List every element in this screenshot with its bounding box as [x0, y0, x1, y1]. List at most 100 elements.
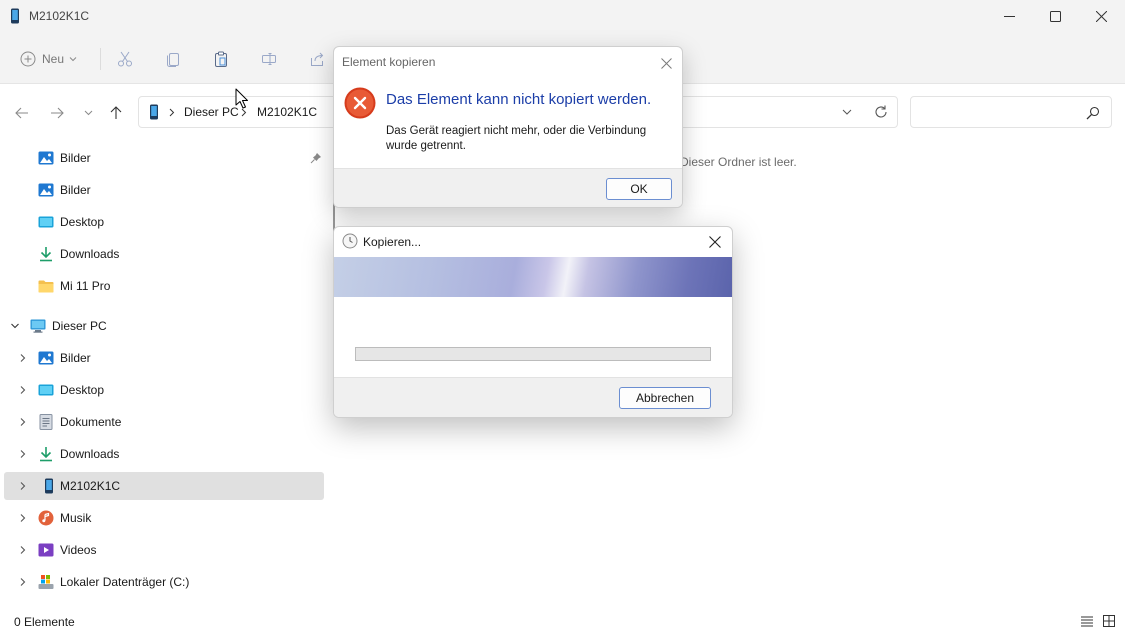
cut-button[interactable] — [114, 48, 136, 70]
error-heading: Das Element kann nicht kopiert werden. — [386, 91, 652, 108]
close-icon — [660, 57, 672, 69]
empty-folder-message: Dieser Ordner ist leer. — [680, 155, 797, 169]
refresh-icon[interactable] — [873, 104, 889, 120]
chevron-right-icon[interactable] — [18, 545, 28, 555]
paste-icon — [215, 51, 227, 67]
minimize-button[interactable] — [986, 0, 1032, 32]
chevron-right-icon — [169, 108, 175, 117]
ok-button[interactable]: OK — [606, 178, 672, 200]
drive-icon — [38, 575, 54, 589]
rename-icon — [262, 53, 276, 65]
error-icon — [344, 87, 376, 119]
maximize-icon — [1049, 10, 1061, 22]
progress-bar — [355, 347, 711, 361]
search-input[interactable] — [910, 96, 1112, 128]
dialog-footer: OK — [334, 168, 682, 207]
clock-icon — [342, 233, 358, 249]
sidebar-item-label: Dieser PC — [52, 319, 107, 333]
new-label: Neu — [42, 52, 65, 66]
chevron-down-icon[interactable] — [842, 109, 852, 115]
close-button[interactable] — [1078, 0, 1124, 32]
sidebar-item-label: Downloads — [60, 247, 120, 261]
chevron-down-icon[interactable] — [10, 321, 20, 331]
back-button[interactable] — [11, 102, 33, 124]
new-button[interactable]: Neu — [20, 49, 77, 69]
window-title: M2102K1C — [29, 9, 90, 23]
sidebar-item-pc-videos[interactable]: Videos — [4, 536, 324, 564]
sidebar-item-label: Desktop — [60, 215, 105, 229]
chevron-right-icon[interactable] — [18, 449, 28, 459]
sidebar-item-label: Musik — [60, 511, 92, 525]
error-message: Das Gerät reagiert nicht mehr, oder die … — [386, 125, 647, 152]
phone-icon — [11, 8, 19, 24]
breadcrumb-device[interactable]: M2102K1C — [257, 105, 317, 119]
details-view-icon[interactable] — [1081, 616, 1093, 627]
title-bar: M2102K1C — [0, 0, 1125, 34]
share-button[interactable] — [306, 48, 328, 70]
sidebar-item-pc-bilder[interactable]: Bilder — [4, 344, 324, 372]
desktop-icon — [38, 384, 54, 396]
sidebar-item-downloads[interactable]: Downloads — [4, 240, 324, 268]
search-icon — [1086, 106, 1100, 120]
share-icon — [311, 52, 324, 66]
sidebar-item-pc-m2102k1c[interactable]: M2102K1C — [4, 472, 324, 500]
dialog-close-button[interactable] — [656, 53, 676, 73]
sidebar-item-label: Bilder — [60, 183, 91, 197]
chevron-right-icon[interactable] — [18, 481, 28, 491]
sidebar-item-label: M2102K1C — [60, 479, 121, 493]
sidebar-item-label: Desktop — [60, 383, 105, 397]
pin-icon[interactable] — [310, 152, 322, 164]
paste-button[interactable] — [210, 48, 232, 70]
chevron-right-icon[interactable] — [18, 385, 28, 395]
maximize-button[interactable] — [1032, 0, 1078, 32]
toolbar-divider — [100, 48, 101, 70]
pictures-icon — [38, 351, 54, 365]
copy-banner — [334, 257, 732, 297]
desktop-icon — [38, 216, 54, 228]
cancel-button[interactable]: Abbrechen — [619, 387, 711, 409]
chevron-right-icon[interactable] — [18, 577, 28, 587]
chevron-right-icon[interactable] — [18, 417, 28, 427]
close-icon — [709, 236, 721, 248]
sidebar-item-pc-downloads[interactable]: Downloads — [4, 440, 324, 468]
sidebar-item-bilder-pinned[interactable]: Bilder — [4, 144, 324, 172]
sidebar-item-pc-musik[interactable]: Musik — [4, 504, 324, 532]
close-icon — [1095, 10, 1107, 22]
sidebar-item-desktop[interactable]: Desktop — [4, 208, 324, 236]
music-icon — [38, 510, 54, 526]
sidebar-item-this-pc[interactable]: Dieser PC — [4, 312, 324, 340]
rename-button[interactable] — [258, 48, 280, 70]
sidebar-item-label: Bilder — [60, 151, 91, 165]
copy-button[interactable] — [162, 48, 184, 70]
chevron-right-icon[interactable] — [18, 353, 28, 363]
documents-icon — [39, 414, 53, 430]
navigation-pane: Bilder Bilder Desktop Downloads Mi 11 Pr… — [0, 140, 330, 610]
pictures-icon — [38, 151, 54, 165]
computer-icon — [30, 319, 46, 333]
sidebar-item-pc-dokumente[interactable]: Dokumente — [4, 408, 324, 436]
downloads-icon — [40, 247, 52, 262]
recent-locations-button[interactable] — [77, 102, 99, 124]
copy-icon — [167, 53, 179, 67]
tiles-view-icon[interactable] — [1103, 615, 1115, 627]
dialog-footer: Abbrechen — [334, 377, 732, 417]
pictures-icon — [38, 183, 54, 197]
sidebar-item-bilder[interactable]: Bilder — [4, 176, 324, 204]
sidebar-item-mi-11-pro[interactable]: Mi 11 Pro — [4, 272, 324, 300]
forward-button[interactable] — [46, 102, 68, 124]
error-dialog: Element kopieren Das Element kann nicht … — [333, 46, 683, 208]
chevron-right-icon[interactable] — [18, 513, 28, 523]
breadcrumb-this-pc[interactable]: Dieser PC — [184, 105, 239, 119]
sidebar-item-label: Bilder — [60, 351, 91, 365]
dialog-title: Kopieren... — [363, 235, 422, 249]
chevron-down-icon — [84, 110, 92, 116]
dialog-close-button[interactable] — [704, 231, 726, 253]
phone-icon — [150, 104, 158, 120]
sidebar-item-label: Downloads — [60, 447, 120, 461]
plus-circle-icon — [20, 51, 36, 67]
phone-icon — [45, 478, 53, 494]
up-button[interactable] — [105, 102, 127, 124]
sidebar-item-pc-local-disk[interactable]: Lokaler Datenträger (C:) — [4, 568, 324, 596]
sidebar-item-label: Lokaler Datenträger (C:) — [60, 575, 190, 589]
sidebar-item-pc-desktop[interactable]: Desktop — [4, 376, 324, 404]
